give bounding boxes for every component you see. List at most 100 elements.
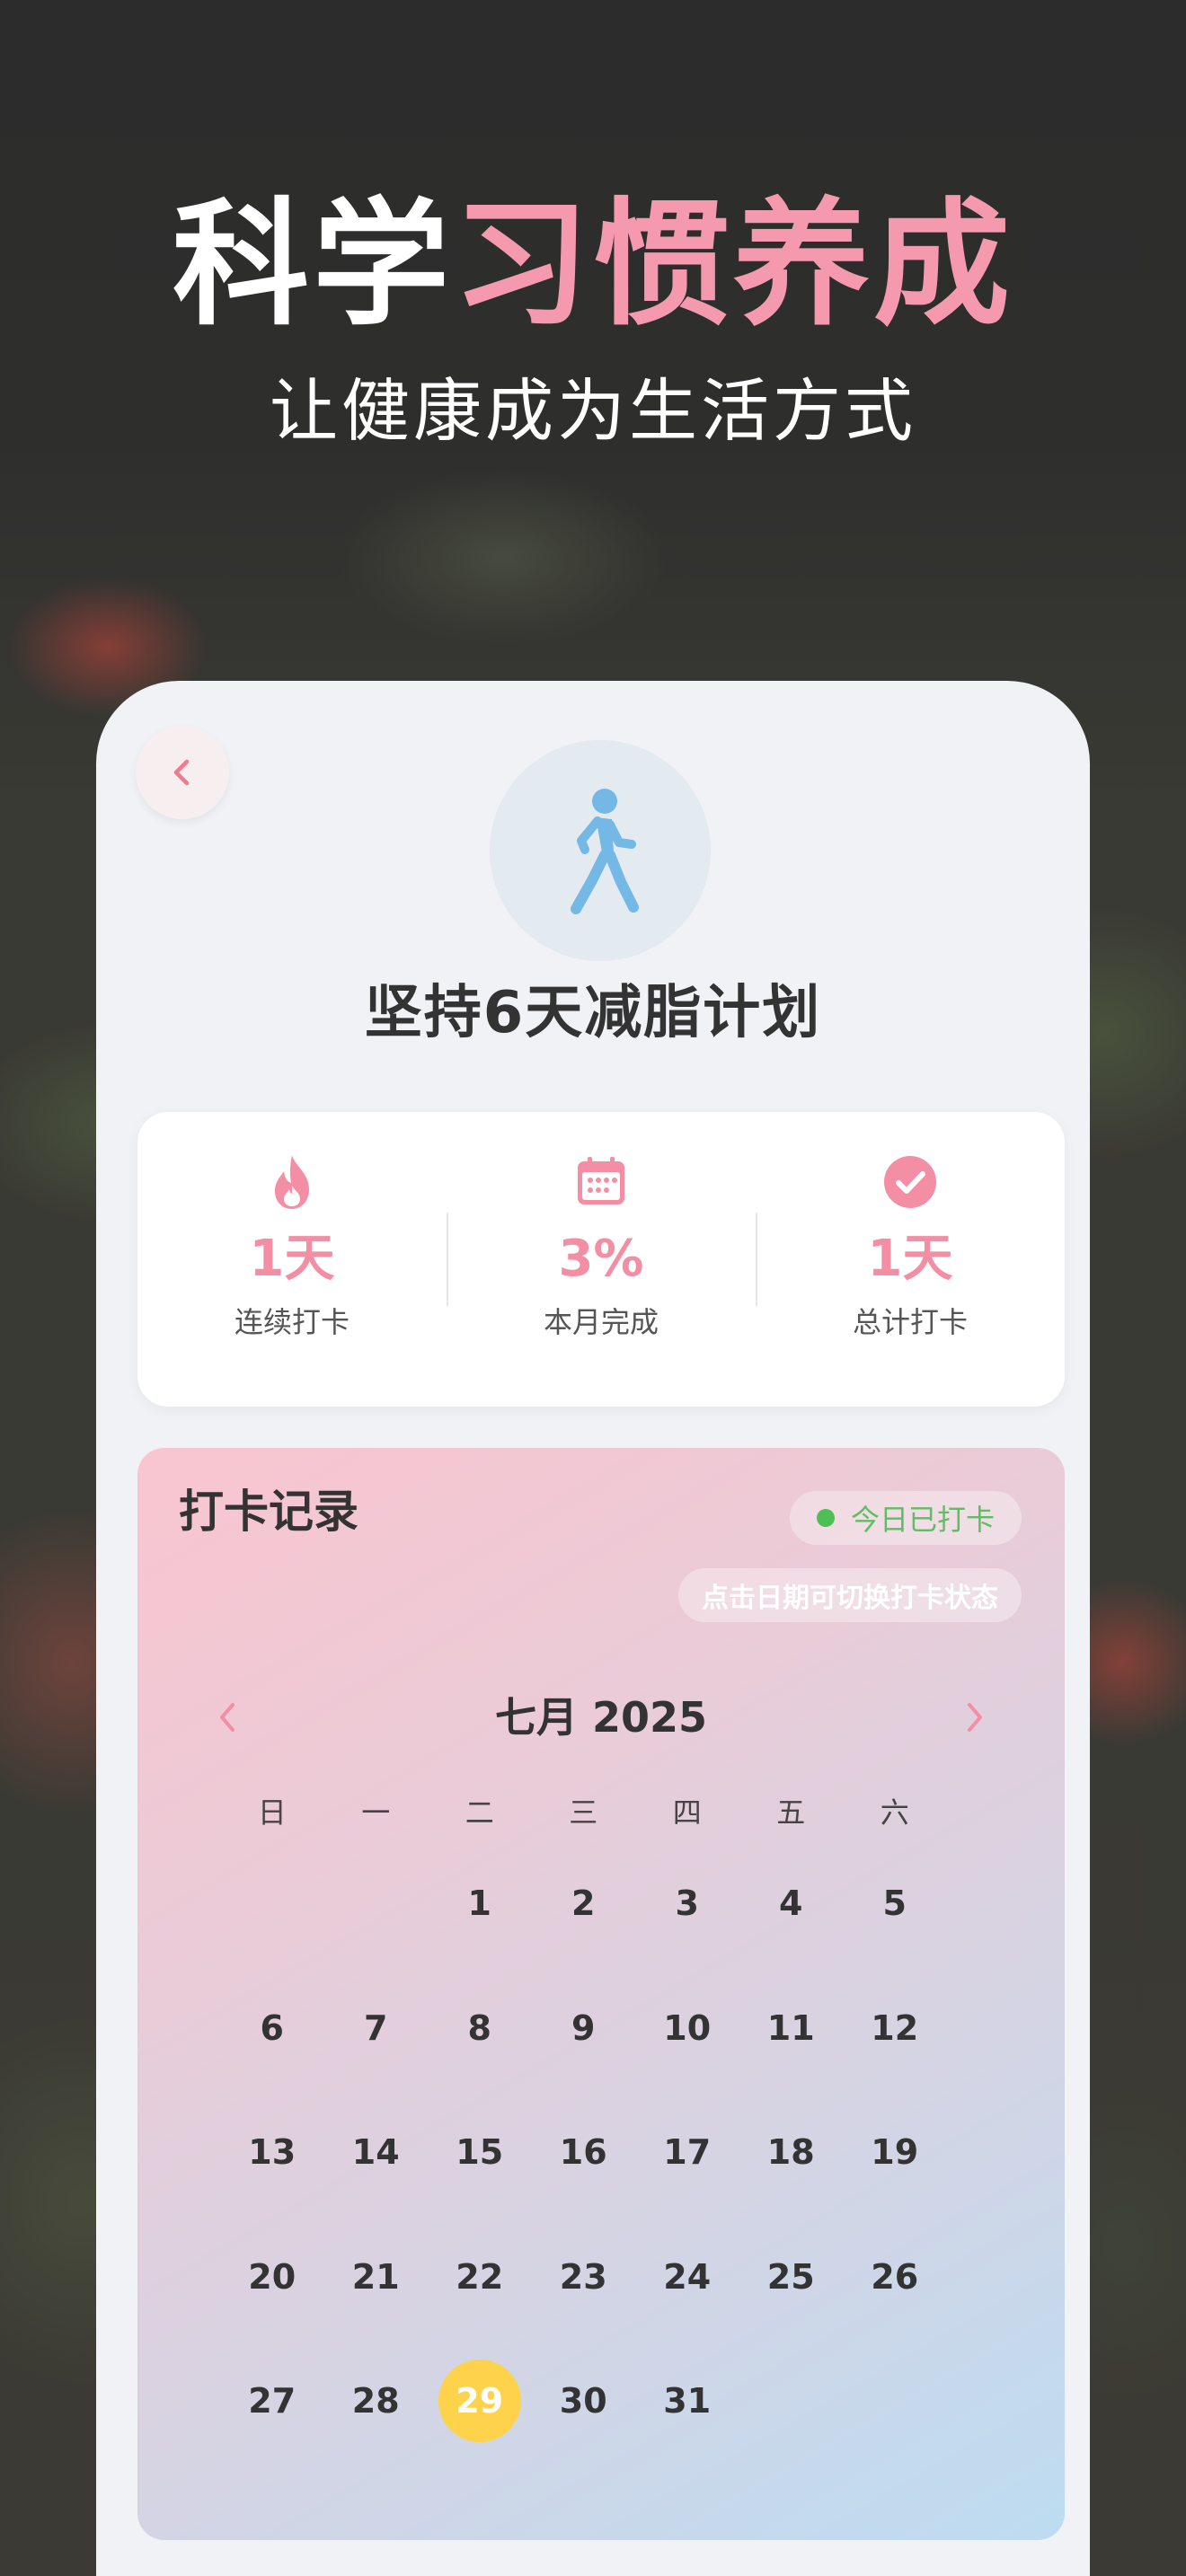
divider bbox=[447, 1213, 448, 1306]
day-cell[interactable]: 9 bbox=[532, 1966, 636, 2091]
day-number: 7 bbox=[364, 2007, 388, 2048]
day-cell[interactable]: 16 bbox=[532, 2090, 636, 2215]
stat-month: 3% 本月完成 bbox=[447, 1112, 756, 1407]
day-number: 17 bbox=[663, 2132, 712, 2173]
day-number: 31 bbox=[663, 2381, 712, 2422]
day-number: 6 bbox=[260, 2007, 284, 2048]
hero-title: 科学习惯养成 bbox=[0, 184, 1186, 346]
day-number: 3 bbox=[675, 1883, 699, 1924]
day-cell[interactable]: 11 bbox=[739, 1966, 844, 2091]
day-number: 14 bbox=[351, 2132, 400, 2173]
weekday-header: 六 bbox=[880, 1795, 909, 1830]
day-number: 28 bbox=[351, 2381, 400, 2422]
day-number: 21 bbox=[351, 2256, 400, 2297]
day-number: 30 bbox=[559, 2381, 607, 2422]
back-button[interactable] bbox=[136, 726, 229, 819]
status-dot-icon bbox=[816, 1509, 835, 1527]
day-cell[interactable]: 4 bbox=[739, 1841, 844, 1966]
day-number: 20 bbox=[248, 2256, 296, 2297]
day-cell[interactable]: 7 bbox=[324, 1966, 429, 2091]
stat-total: 1天 总计打卡 bbox=[756, 1112, 1065, 1407]
empty-day-cell bbox=[843, 2339, 947, 2464]
day-cell[interactable]: 24 bbox=[635, 2215, 739, 2340]
day-number: 5 bbox=[882, 1883, 907, 1924]
day-number: 4 bbox=[779, 1883, 803, 1924]
day-number: 16 bbox=[559, 2132, 607, 2173]
day-cell[interactable]: 8 bbox=[428, 1966, 532, 2091]
day-cell[interactable]: 23 bbox=[532, 2215, 636, 2340]
day-number: 12 bbox=[871, 2007, 919, 2048]
weekday-header: 一 bbox=[361, 1795, 391, 1830]
day-cell[interactable]: 27 bbox=[220, 2339, 324, 2464]
day-number: 29 bbox=[438, 2360, 521, 2443]
day-number: 13 bbox=[248, 2132, 296, 2173]
hero-title-accent: 习惯养成 bbox=[453, 185, 1013, 344]
day-cell[interactable]: 18 bbox=[739, 2090, 844, 2215]
stat-streak: 1天 连续打卡 bbox=[137, 1112, 447, 1407]
day-cell[interactable]: 30 bbox=[532, 2339, 636, 2464]
month-navigation: 七月 2025 bbox=[137, 1681, 1065, 1753]
checkin-calendar-card: 打卡记录 今日已打卡 点击日期可切换打卡状态 七月 2025 日一二三四五六12… bbox=[137, 1448, 1065, 2540]
chevron-left-icon bbox=[220, 1703, 235, 1732]
day-number: 22 bbox=[456, 2256, 504, 2297]
empty-day-cell bbox=[739, 2339, 844, 2464]
chevron-right-icon bbox=[968, 1703, 982, 1732]
day-cell-today[interactable]: 29 bbox=[428, 2339, 532, 2464]
day-cell[interactable]: 25 bbox=[739, 2215, 844, 2340]
day-cell[interactable]: 28 bbox=[324, 2339, 429, 2464]
day-cell[interactable]: 2 bbox=[532, 1841, 636, 1966]
day-cell[interactable]: 26 bbox=[843, 2215, 947, 2340]
app-screen: 坚持6天减脂计划 1天 连续打卡 3% 本月完成 1天 总计打卡 打卡记录 今日… bbox=[96, 681, 1090, 2576]
stat-label: 连续打卡 bbox=[234, 1305, 350, 1339]
plan-title: 坚持6天减脂计划 bbox=[364, 980, 822, 1046]
day-cell[interactable]: 14 bbox=[324, 2090, 429, 2215]
day-number: 25 bbox=[766, 2256, 815, 2297]
day-cell[interactable]: 31 bbox=[635, 2339, 739, 2464]
day-cell[interactable]: 1 bbox=[428, 1841, 532, 1966]
empty-day-cell bbox=[220, 1841, 324, 1966]
day-cell[interactable]: 21 bbox=[324, 2215, 429, 2340]
plan-icon-circle bbox=[490, 740, 711, 961]
day-number: 10 bbox=[663, 2007, 712, 2048]
calendar-grid: 日一二三四五六 1 2 3 4 5 6 7 8 9 10 11 12 13 14 15 16 17 18 19 20 21… bbox=[220, 1784, 946, 2464]
screen: 科学习惯养成 让健康成为生活方式 坚持6天减脂计划 1天 连续打卡 3% 本月完… bbox=[0, 0, 1186, 2576]
prev-month-button[interactable] bbox=[200, 1690, 254, 1744]
day-number: 2 bbox=[571, 1883, 596, 1924]
weekday-header: 五 bbox=[776, 1795, 806, 1830]
check-circle-icon bbox=[881, 1153, 939, 1211]
day-cell[interactable]: 6 bbox=[220, 1966, 324, 2091]
stat-value: 1天 bbox=[867, 1230, 953, 1288]
stat-value: 1天 bbox=[249, 1230, 335, 1288]
day-cell[interactable]: 19 bbox=[843, 2090, 947, 2215]
day-cell[interactable]: 13 bbox=[220, 2090, 324, 2215]
day-number: 24 bbox=[663, 2256, 712, 2297]
day-number: 1 bbox=[467, 1883, 491, 1924]
day-number: 8 bbox=[467, 2007, 491, 2048]
status-badge: 今日已打卡 bbox=[789, 1491, 1022, 1545]
toggle-hint: 点击日期可切换打卡状态 bbox=[678, 1568, 1022, 1622]
stat-label: 总计打卡 bbox=[852, 1305, 968, 1339]
day-number: 15 bbox=[456, 2132, 504, 2173]
day-number: 27 bbox=[248, 2381, 296, 2422]
stat-value: 3% bbox=[558, 1230, 644, 1288]
month-label: 七月 2025 bbox=[494, 1693, 708, 1742]
day-number: 23 bbox=[559, 2256, 607, 2297]
status-badge-label: 今日已打卡 bbox=[850, 1503, 995, 1537]
day-cell[interactable]: 3 bbox=[635, 1841, 739, 1966]
day-cell[interactable]: 22 bbox=[428, 2215, 532, 2340]
stats-card: 1天 连续打卡 3% 本月完成 1天 总计打卡 bbox=[137, 1112, 1065, 1407]
weekday-header: 四 bbox=[672, 1795, 702, 1830]
day-cell[interactable]: 10 bbox=[635, 1966, 739, 2091]
day-cell[interactable]: 12 bbox=[843, 1966, 947, 2091]
day-cell[interactable]: 17 bbox=[635, 2090, 739, 2215]
day-number: 11 bbox=[766, 2007, 815, 2048]
next-month-button[interactable] bbox=[948, 1690, 1002, 1744]
day-cell[interactable]: 5 bbox=[843, 1841, 947, 1966]
day-cell[interactable]: 20 bbox=[220, 2215, 324, 2340]
walking-person-icon bbox=[571, 789, 639, 914]
day-cell[interactable]: 15 bbox=[428, 2090, 532, 2215]
calendar-icon bbox=[572, 1153, 630, 1211]
stat-label: 本月完成 bbox=[543, 1305, 659, 1339]
day-number: 9 bbox=[571, 2007, 596, 2048]
flame-icon bbox=[263, 1153, 321, 1211]
